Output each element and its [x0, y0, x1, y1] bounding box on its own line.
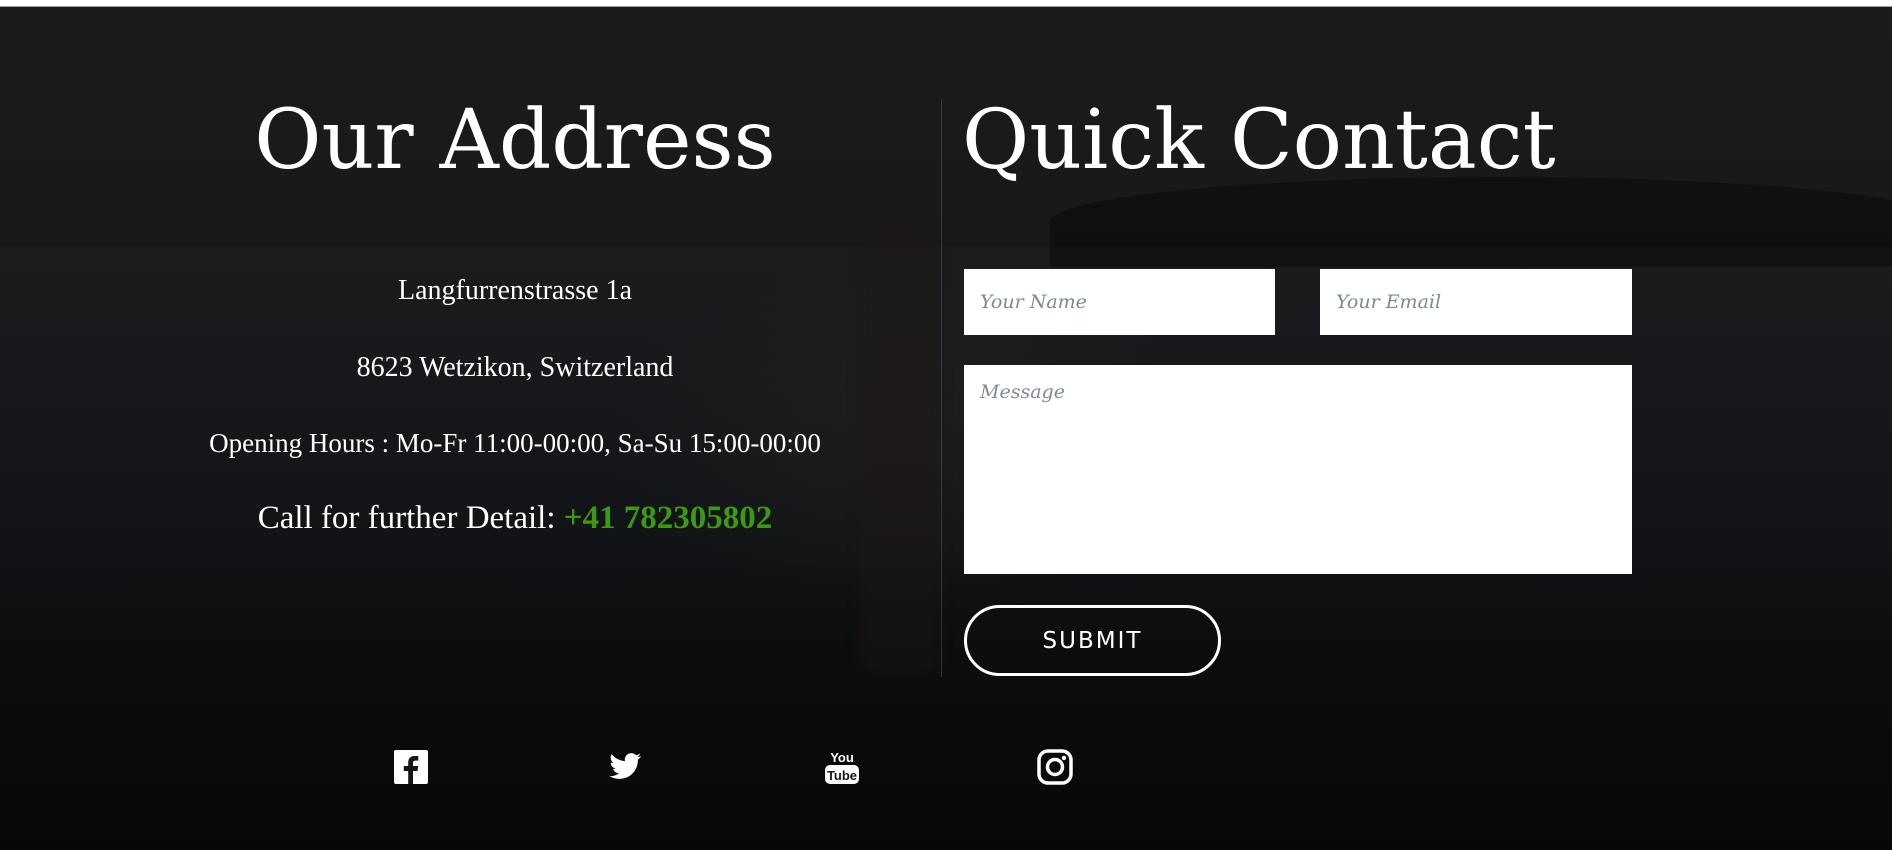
- address-city: 8623 Wetzikon, Switzerland: [356, 352, 674, 383]
- youtube-glyph: You Tube: [825, 750, 859, 784]
- address-heading: Our Address: [254, 93, 776, 188]
- address-street: Langfurrenstrasse 1a: [397, 275, 632, 306]
- submit-button[interactable]: SUBMIT: [964, 605, 1221, 676]
- facebook-glyph: [394, 750, 428, 784]
- contact-heading: Quick Contact: [962, 93, 1556, 188]
- call-label: Call for further Detail:: [257, 500, 564, 536]
- svg-text:You: You: [830, 750, 854, 765]
- opening-hours: Opening Hours : Mo-Fr 11:00-00:00, Sa-Su…: [209, 428, 821, 458]
- twitter-glyph: [609, 753, 642, 779]
- youtube-icon[interactable]: You Tube: [822, 747, 862, 787]
- facebook-icon[interactable]: [391, 747, 431, 787]
- column-divider: [941, 99, 942, 677]
- instagram-icon[interactable]: [1035, 747, 1075, 787]
- background-hills: [1050, 177, 1892, 267]
- email-input[interactable]: [1320, 269, 1632, 335]
- browser-top-edge: [0, 0, 1892, 7]
- instagram-glyph: [1037, 749, 1073, 785]
- contact-footer-section: Our Address Langfurrenstrasse 1a 8623 We…: [0, 7, 1892, 850]
- call-detail: Call for further Detail: +41 782305802: [135, 500, 895, 537]
- twitter-icon[interactable]: [605, 747, 645, 787]
- phone-link[interactable]: +41 782305802: [564, 500, 773, 536]
- svg-text:Tube: Tube: [827, 768, 857, 783]
- name-input[interactable]: [964, 269, 1275, 335]
- background-beach: [0, 567, 1892, 850]
- message-textarea[interactable]: [964, 365, 1632, 574]
